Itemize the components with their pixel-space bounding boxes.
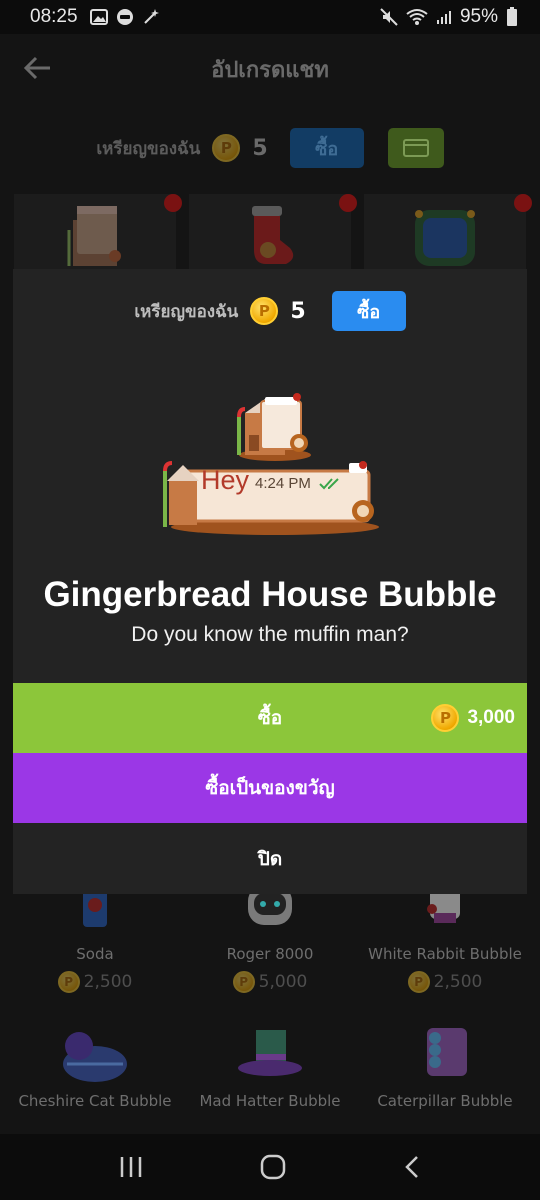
top-hat-icon xyxy=(238,1030,302,1076)
item-card-white-rabbit[interactable]: White Rabbit Bubble P 2,500 xyxy=(364,879,526,993)
close-button[interactable]: ปิด xyxy=(13,823,527,894)
item-card-caterpillar[interactable]: Caterpillar Bubble xyxy=(364,1024,526,1110)
system-nav-bar xyxy=(0,1134,540,1200)
coin-icon: P xyxy=(250,297,279,325)
buy-coins-button[interactable]: ซื้อ xyxy=(289,128,364,168)
price-value: 3,000 xyxy=(467,707,515,728)
wallet-icon xyxy=(402,139,429,157)
home-icon[interactable] xyxy=(259,1153,287,1181)
item-card-soda[interactable]: Soda P 2,500 xyxy=(14,879,176,993)
item-name: Soda xyxy=(76,945,114,963)
preview-time: 4:24 PM xyxy=(255,475,311,492)
item-grid-row-2: Cheshire Cat Bubble Mad Hatter Bubble Ca… xyxy=(0,1024,540,1110)
coin-icon: P xyxy=(407,971,430,993)
item-name: Caterpillar Bubble xyxy=(377,1092,513,1110)
dialog-wallet-row: เหรียญของฉัน P 5 ซื้อ xyxy=(13,269,527,353)
bubble-preview: Hey 4:24 PM xyxy=(13,353,527,553)
buy-as-gift-button[interactable]: ซื้อเป็นของขวัญ xyxy=(13,753,527,823)
magic-wand-icon xyxy=(143,9,159,24)
my-coins-count: 5 xyxy=(290,298,306,324)
back-icon[interactable] xyxy=(402,1154,422,1180)
double-check-icon xyxy=(319,478,339,490)
buy-button[interactable]: ซื้อ P 3,000 xyxy=(13,683,527,753)
arrow-left-icon[interactable] xyxy=(22,52,54,84)
item-name: Cheshire Cat Bubble xyxy=(18,1092,172,1110)
new-badge xyxy=(514,194,532,212)
buy-coins-button[interactable]: ซื้อ xyxy=(331,291,406,331)
coin-icon: P xyxy=(212,134,241,162)
item-price: 2,500 xyxy=(83,972,133,992)
gingerbread-house-icon xyxy=(67,206,121,266)
coin-icon: P xyxy=(57,971,80,993)
item-title: Gingerbread House Bubble xyxy=(43,575,497,614)
christmas-stocking-icon xyxy=(252,206,294,264)
festive-frame-icon xyxy=(415,210,475,266)
my-coins-count: 5 xyxy=(252,135,268,161)
battery-percent: 95% xyxy=(459,6,498,27)
item-description: Do you know the muffin man? xyxy=(131,623,409,646)
gingerbread-house-small-icon xyxy=(237,393,311,461)
item-name: Mad Hatter Bubble xyxy=(199,1092,341,1110)
my-coins-label: เหรียญของฉัน xyxy=(96,138,201,159)
buy-button-label: ซื้อ xyxy=(257,707,283,729)
line-app-icon xyxy=(116,9,133,25)
status-time: 08:25 xyxy=(30,6,78,27)
wifi-icon xyxy=(406,9,428,25)
new-badge xyxy=(164,194,182,212)
top-bar: อัปเกรดแชท xyxy=(0,34,540,104)
purchase-dialog: เหรียญของฉัน P 5 ซื้อ Hey 4:24 PM Ginger… xyxy=(13,269,527,894)
coin-icon: P xyxy=(232,971,255,993)
wallet-button[interactable] xyxy=(387,128,444,168)
signal-icon xyxy=(436,11,451,24)
item-card-cheshire-cat[interactable]: Cheshire Cat Bubble xyxy=(14,1024,176,1110)
mute-icon xyxy=(380,8,398,26)
coin-icon: P xyxy=(431,704,460,732)
item-card-roger-8000[interactable]: Roger 8000 P 5,000 xyxy=(189,879,351,993)
preview-message: Hey xyxy=(201,465,250,495)
item-card-mad-hatter[interactable]: Mad Hatter Bubble xyxy=(189,1024,351,1110)
status-bar: 08:25 95% xyxy=(0,0,540,34)
cheshire-cat-icon xyxy=(63,1032,127,1082)
item-grid-row-1: Soda P 2,500 Roger 8000 P 5,000 White Rabb… xyxy=(0,879,540,993)
item-name: Roger 8000 xyxy=(226,945,314,963)
caterpillar-icon xyxy=(427,1028,467,1076)
buy-price: P 3,000 xyxy=(431,683,515,753)
wallet-row: เหรียญของฉัน P 5 ซื้อ xyxy=(0,104,540,192)
battery-icon xyxy=(507,7,517,26)
item-name: White Rabbit Bubble xyxy=(368,945,522,963)
page-title: อัปเกรดแชท xyxy=(211,57,329,83)
image-icon xyxy=(89,9,108,25)
gingerbread-bubble-icon xyxy=(163,461,379,535)
recents-icon[interactable] xyxy=(118,1155,144,1179)
item-price: 5,000 xyxy=(258,972,308,992)
new-badge xyxy=(339,194,357,212)
item-price: 2,500 xyxy=(433,972,483,992)
my-coins-label: เหรียญของฉัน xyxy=(134,301,239,322)
